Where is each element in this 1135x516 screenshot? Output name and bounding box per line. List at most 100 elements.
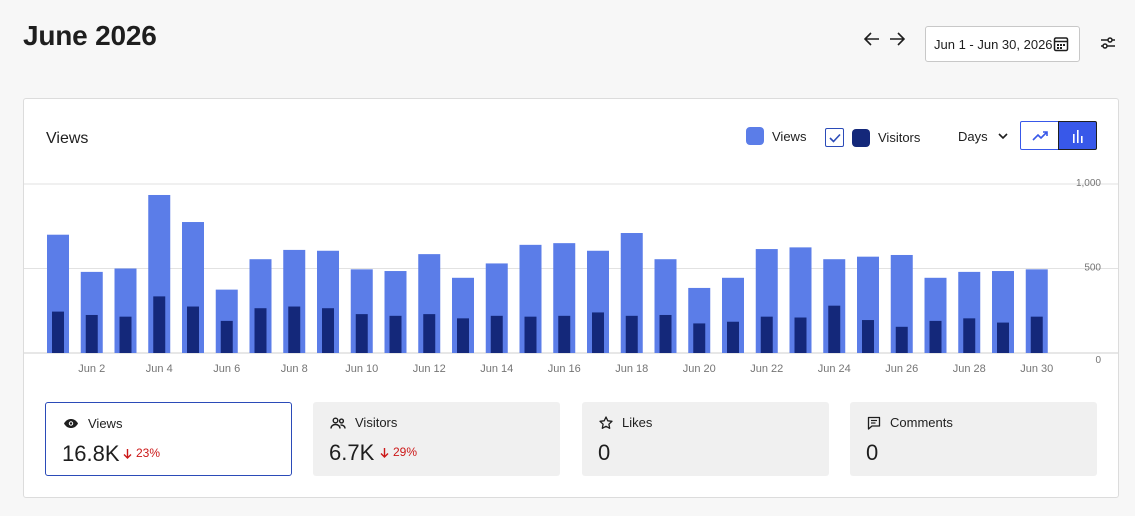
legend-views-label: Views <box>772 128 807 144</box>
sliders-icon <box>1101 37 1115 49</box>
tile-visitors-value: 6.7K <box>329 440 375 465</box>
bar-visitors[interactable] <box>457 318 469 353</box>
calendar-icon <box>1053 37 1069 52</box>
bar-visitors[interactable] <box>558 315 571 353</box>
bar-visitors[interactable] <box>963 318 976 353</box>
bar-visitors[interactable] <box>220 320 233 353</box>
tile-views-change-value: 23% <box>136 446 161 460</box>
bar-visitors[interactable] <box>389 315 402 353</box>
tile-visitors-change: 29% <box>380 445 417 459</box>
bar-visitors[interactable] <box>322 308 334 353</box>
eye-icon <box>64 419 78 428</box>
bar-visitors[interactable] <box>794 317 807 353</box>
x-tick-label: Jun 4 <box>146 363 173 375</box>
bar-visitors[interactable] <box>1030 316 1043 353</box>
bar-visitors[interactable] <box>153 296 166 353</box>
tile-comments-value: 0 <box>866 440 879 465</box>
x-tick-label: Jun 6 <box>213 363 240 375</box>
bar-visitors[interactable] <box>52 311 64 353</box>
x-tick-label: Jun 8 <box>281 363 308 375</box>
bar-visitors[interactable] <box>693 323 706 353</box>
comment-icon <box>867 416 881 430</box>
stats-page: June 2026 Jun 1 - Jun 30, 2026 Views Vie… <box>0 0 1135 516</box>
x-tick-label: Jun 16 <box>548 363 581 375</box>
tile-visitors-label: Visitors <box>355 415 398 430</box>
people-icon <box>330 417 346 429</box>
tile-comments[interactable]: Comments 0 <box>850 402 1097 476</box>
y-tick-label: 0 <box>1095 355 1101 366</box>
tile-likes-label: Likes <box>622 415 653 430</box>
tile-views-value: 16.8K <box>62 441 120 466</box>
bar-visitors[interactable] <box>254 308 267 353</box>
bar-visitors[interactable] <box>625 315 638 353</box>
views-bar-chart: 1,000 500 0 Jun 2 Jun 4 Jun 6 Jun 8 Jun 10 Jun 1… <box>24 178 1118 375</box>
x-tick-label: Jun 24 <box>818 363 851 375</box>
date-range-text: Jun 1 - Jun 30, 2026 <box>934 36 1053 52</box>
chart-title: Views <box>46 130 89 147</box>
x-tick-label: Jun 2 <box>78 363 105 375</box>
bar-visitors[interactable] <box>727 321 739 353</box>
bar-visitors[interactable] <box>828 305 841 353</box>
tile-visitors-change-value: 29% <box>393 445 418 459</box>
previous-period-button[interactable] <box>863 30 880 50</box>
legend-visitors[interactable]: Visitors <box>825 128 920 147</box>
x-tick-label: Jun 10 <box>345 363 378 375</box>
bar-visitors[interactable] <box>760 316 773 353</box>
tile-comments-label: Comments <box>890 415 953 430</box>
legend-visitors-label: Visitors <box>878 130 921 145</box>
x-tick-label: Jun 22 <box>750 363 783 375</box>
x-tick-label: Jun 20 <box>683 363 716 375</box>
star-icon <box>599 415 613 429</box>
arrow-left-icon <box>863 32 879 46</box>
chevron-down-icon <box>998 133 1008 140</box>
x-tick-label: Jun 12 <box>413 363 446 375</box>
x-tick-label: Jun 18 <box>615 363 648 375</box>
line-chart-icon <box>1031 130 1048 141</box>
visitors-checkbox[interactable] <box>825 128 844 147</box>
tile-views-label-wrap: Views <box>63 416 122 431</box>
next-period-button[interactable] <box>889 30 906 50</box>
tile-likes[interactable]: Likes 0 <box>582 402 829 476</box>
tile-views-change: 23% <box>123 446 160 460</box>
tile-views[interactable]: Views 16.8K 23% <box>45 402 292 476</box>
tile-visitors[interactable]: Visitors 6.7K 29% <box>313 402 560 476</box>
bar-visitors[interactable] <box>288 306 301 353</box>
tile-likes-label-wrap: Likes <box>599 415 652 430</box>
visitors-swatch <box>852 128 870 147</box>
x-tick-label: Jun 14 <box>480 363 513 375</box>
bar-visitors[interactable] <box>119 316 132 353</box>
tile-comments-label-wrap: Comments <box>867 415 953 430</box>
views-chart-card: Views Views Visitors Days 1,000 500 0 Jun 2… <box>23 98 1119 498</box>
date-range-picker[interactable]: Jun 1 - Jun 30, 2026 <box>925 26 1080 62</box>
page-title: June 2026 <box>23 20 157 51</box>
arrow-down-icon <box>123 448 132 459</box>
tile-likes-value: 0 <box>598 440 611 465</box>
bar-visitors[interactable] <box>862 320 874 353</box>
legend-views: Views <box>746 127 806 145</box>
bar-visitors[interactable] <box>895 326 908 353</box>
bar-visitors[interactable] <box>929 320 942 353</box>
bar-chart-icon <box>1072 129 1083 143</box>
bar-visitors[interactable] <box>85 314 98 353</box>
x-tick-label: Jun 30 <box>1020 363 1053 375</box>
arrow-right-icon <box>890 32 906 46</box>
y-tick-label: 500 <box>1084 263 1101 274</box>
bar-visitors[interactable] <box>355 314 368 353</box>
line-chart-toggle[interactable] <box>1020 121 1059 150</box>
bar-visitors[interactable] <box>592 312 604 353</box>
bar-visitors[interactable] <box>659 314 672 353</box>
bar-visitors[interactable] <box>490 315 503 353</box>
bar-visitors[interactable] <box>997 322 1009 353</box>
bar-visitors[interactable] <box>187 306 199 353</box>
x-tick-label: Jun 28 <box>953 363 986 375</box>
period-select[interactable]: Days <box>958 129 1008 144</box>
bar-chart-toggle[interactable] <box>1058 121 1097 150</box>
views-swatch <box>746 127 764 145</box>
y-tick-label: 1,000 <box>1076 178 1101 189</box>
tile-visitors-label-wrap: Visitors <box>330 415 397 430</box>
bar-visitors[interactable] <box>423 314 436 353</box>
period-select-value: Days <box>958 129 988 144</box>
bar-visitors[interactable] <box>524 316 537 353</box>
settings-button[interactable] <box>1100 36 1116 55</box>
arrow-down-icon <box>380 447 389 458</box>
